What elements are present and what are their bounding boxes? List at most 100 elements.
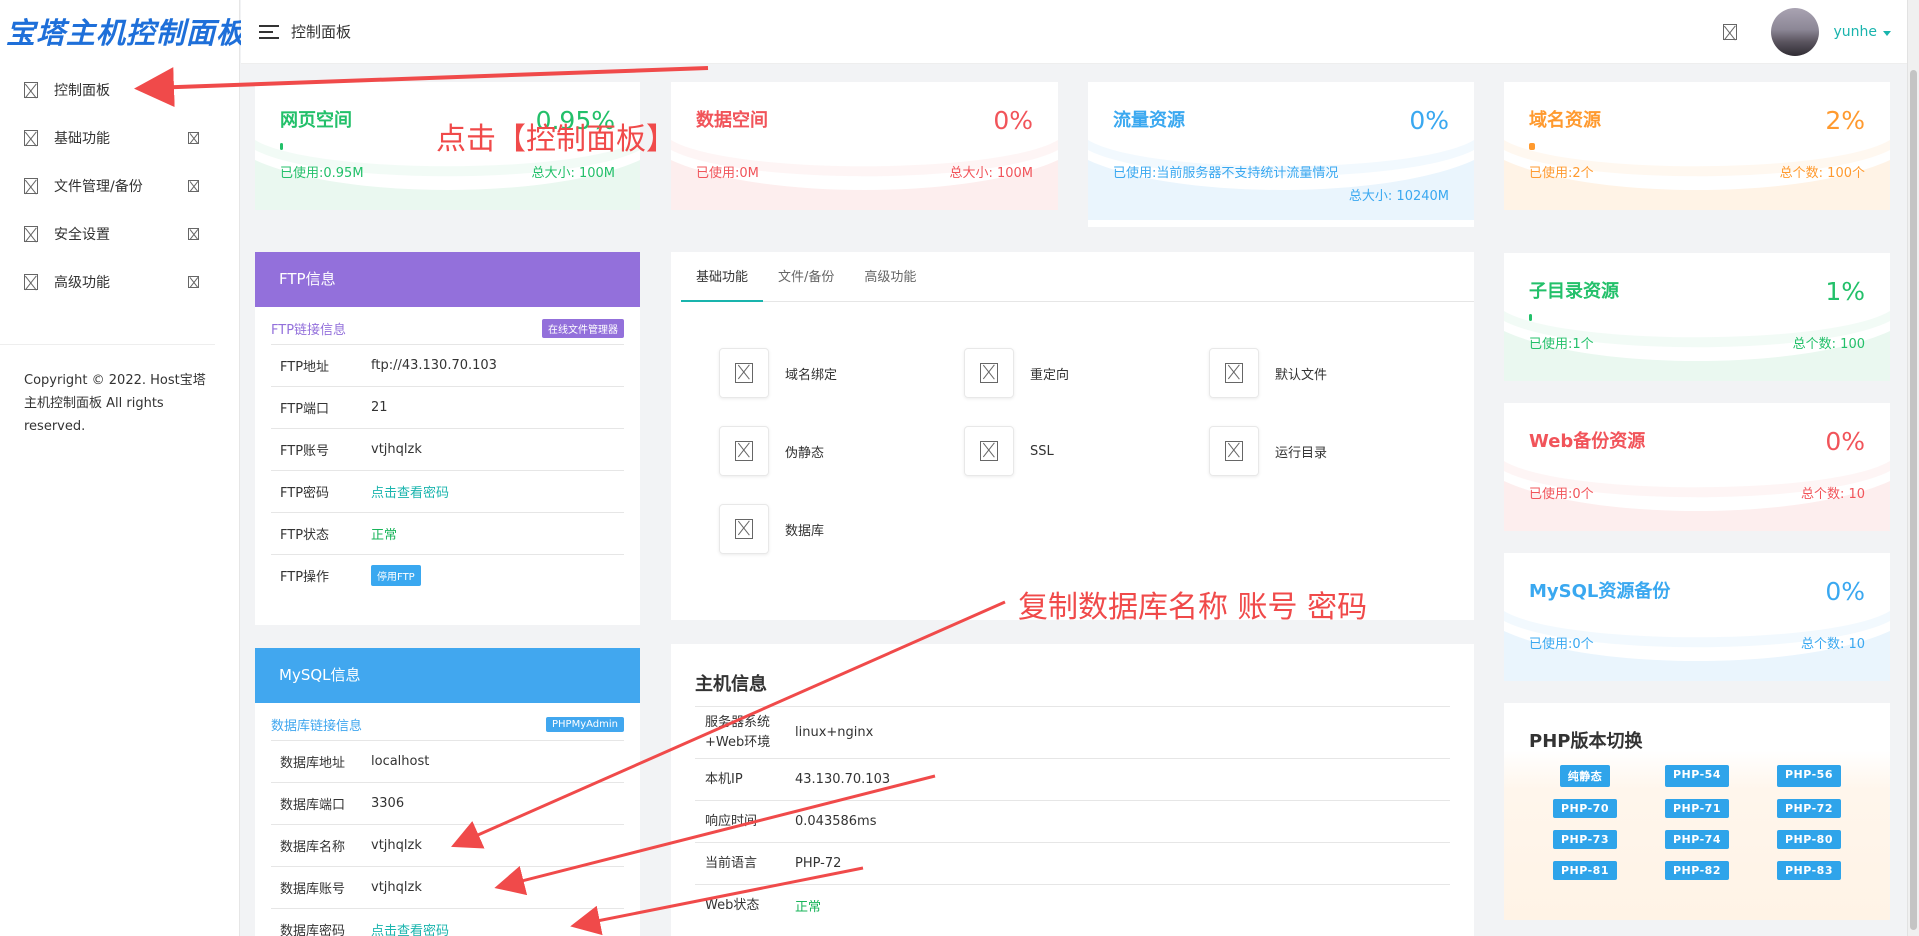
- host-web-status-label: Web状态: [705, 897, 760, 913]
- feature-database[interactable]: 数据库: [719, 504, 964, 554]
- php-version-button[interactable]: PHP-81: [1552, 861, 1617, 880]
- php-version-button[interactable]: PHP-74: [1664, 830, 1729, 849]
- sidebar-item-advanced[interactable]: 高级功能: [0, 258, 239, 306]
- phpmyadmin-button[interactable]: PHPMyAdmin: [546, 717, 624, 732]
- host-os-label: 服务器系统+Web环境: [705, 714, 771, 750]
- resource-title: 数据空间: [696, 110, 768, 131]
- resource-total: 总大小: 10240M: [1348, 189, 1449, 204]
- resource-progress-bar: [696, 143, 1033, 150]
- feature-domain-binding[interactable]: 域名绑定: [719, 348, 964, 398]
- resource-title: 网页空间: [280, 110, 352, 131]
- feature-run-directory[interactable]: 运行目录: [1209, 426, 1454, 476]
- sidebar-item-basic[interactable]: 基础功能: [0, 114, 239, 162]
- php-version-button[interactable]: PHP-54: [1664, 765, 1729, 787]
- resource-title: 子目录资源: [1529, 281, 1619, 302]
- scrollbar-thumb[interactable]: [1910, 70, 1917, 930]
- resource-progress-bar: [1529, 314, 1865, 321]
- php-version-button[interactable]: PHP-71: [1664, 799, 1729, 818]
- db-view-password-link[interactable]: 点击查看密码: [371, 920, 449, 936]
- username[interactable]: yunhe: [1833, 24, 1877, 40]
- db-account-value[interactable]: vtjhqlzk: [371, 880, 422, 895]
- sidebar-item-security[interactable]: 安全设置: [0, 210, 239, 258]
- sidebar-item-label: 高级功能: [54, 275, 110, 291]
- fullscreen-icon[interactable]: [1723, 24, 1738, 40]
- feature-label: 数据库: [785, 523, 825, 539]
- tab-basic[interactable]: 基础功能: [681, 266, 764, 302]
- resource-card-mysql-backup: MySQL资源备份 0% 已使用:0个 总个数: 10: [1504, 553, 1890, 681]
- host-os-value: linux+nginx: [795, 725, 874, 740]
- page-title: 控制面板: [291, 23, 352, 41]
- resource-card-web-backup: Web备份资源 0% 已使用:0个 总个数: 10: [1504, 403, 1890, 531]
- php-version-button[interactable]: 纯静态: [1559, 765, 1611, 787]
- resource-progress-fill: [280, 143, 283, 150]
- db-password-label: 数据库密码: [280, 924, 346, 936]
- sidebar-item-files[interactable]: 文件管理/备份: [0, 162, 239, 210]
- disable-ftp-button[interactable]: 停用FTP: [371, 565, 421, 586]
- top-header: 控制面板 yunhe: [241, 0, 1919, 64]
- ftp-view-password-link[interactable]: 点击查看密码: [371, 482, 449, 501]
- default-file-icon: [1225, 363, 1243, 383]
- folder-icon: [24, 178, 38, 194]
- feature-rewrite[interactable]: 伪静态: [719, 426, 964, 476]
- host-ip-label: 本机IP: [705, 771, 743, 787]
- php-version-button[interactable]: PHP-56: [1776, 765, 1841, 787]
- php-version-grid: 纯静态 PHP-54 PHP-56 PHP-70 PHP-71 PHP-72 PHP-73 P…: [1529, 765, 1865, 880]
- feature-ssl[interactable]: SSL: [964, 426, 1209, 476]
- menu-toggle-icon[interactable]: [259, 24, 279, 39]
- feature-label: SSL: [1030, 443, 1054, 459]
- db-port-label: 数据库端口: [280, 798, 346, 813]
- sidebar-item-label: 安全设置: [54, 227, 110, 243]
- php-version-button[interactable]: PHP-82: [1664, 861, 1729, 880]
- caret-down-icon[interactable]: [1883, 30, 1891, 36]
- resource-title: 域名资源: [1529, 110, 1601, 131]
- tab-advanced[interactable]: 高级功能: [849, 266, 931, 302]
- chevron-icon: [188, 228, 199, 240]
- resource-percent: 2%: [1825, 106, 1865, 135]
- shield-icon: [24, 226, 38, 242]
- host-info-panel: 主机信息 服务器系统+Web环境 linux+nginx 本机IP 43.130.7…: [671, 644, 1474, 936]
- ftp-account-value: vtjhqlzk: [371, 442, 422, 457]
- host-language-label: 当前语言: [705, 855, 758, 871]
- rewrite-icon: [735, 441, 753, 461]
- brand-logo[interactable]: 宝塔主机控制面板: [0, 0, 245, 60]
- db-address-label: 数据库地址: [280, 756, 346, 771]
- tab-files-backup[interactable]: 文件/备份: [763, 266, 849, 302]
- php-version-button[interactable]: PHP-83: [1776, 861, 1841, 880]
- resource-progress-bar: [1113, 143, 1449, 150]
- feature-default-file[interactable]: 默认文件: [1209, 348, 1454, 398]
- php-version-title: PHP版本切换: [1529, 731, 1643, 752]
- basic-icon: [24, 130, 38, 146]
- sidebar-item-label: 文件管理/备份: [54, 179, 143, 195]
- sidebar-item-dashboard[interactable]: 控制面板: [0, 66, 239, 114]
- php-version-button[interactable]: PHP-80: [1776, 830, 1841, 849]
- ftp-status-value: 正常: [371, 528, 398, 543]
- file-manager-button[interactable]: 在线文件管理器: [542, 319, 624, 338]
- chevron-icon: [188, 132, 199, 144]
- feature-redirect[interactable]: 重定向: [964, 348, 1209, 398]
- chevron-icon: [188, 180, 199, 192]
- resource-card-subdir: 子目录资源 1% 已使用:1个 总个数: 100: [1504, 253, 1890, 381]
- features-panel: 基础功能 文件/备份 高级功能 域名绑定 重定向 默认文件 伪静态 SSL 运行…: [671, 252, 1474, 620]
- mysql-panel: MySQL信息 数据库链接信息 PHPMyAdmin 数据库地址 localhos…: [255, 648, 640, 936]
- resource-used: 已使用:0个: [1529, 487, 1594, 502]
- resource-progress-bar: [1529, 614, 1865, 621]
- php-version-button[interactable]: PHP-73: [1552, 830, 1617, 849]
- avatar[interactable]: [1771, 8, 1820, 56]
- feature-label: 伪静态: [785, 445, 825, 461]
- resource-used: 已使用:0M: [696, 166, 759, 181]
- db-name-value[interactable]: vtjhqlzk: [371, 838, 422, 853]
- resource-progress-fill: [1529, 314, 1532, 321]
- scrollbar[interactable]: [1907, 0, 1919, 936]
- resource-percent: 0%: [1409, 106, 1449, 135]
- resource-used: 已使用:0.95M: [280, 166, 364, 181]
- host-ip-value: 43.130.70.103: [795, 772, 891, 787]
- resource-title: MySQL资源备份: [1529, 581, 1671, 602]
- run-dir-icon: [1225, 441, 1243, 461]
- resource-progress-fill: [1529, 143, 1535, 150]
- db-port-value: 3306: [371, 796, 405, 811]
- resource-title: Web备份资源: [1529, 431, 1646, 452]
- php-version-button[interactable]: PHP-72: [1776, 799, 1841, 818]
- php-version-button[interactable]: PHP-70: [1552, 799, 1617, 818]
- resource-card-domain: 域名资源 2% 已使用:2个 总个数: 100个: [1504, 82, 1890, 210]
- resource-total: 总大小: 100M: [949, 166, 1033, 181]
